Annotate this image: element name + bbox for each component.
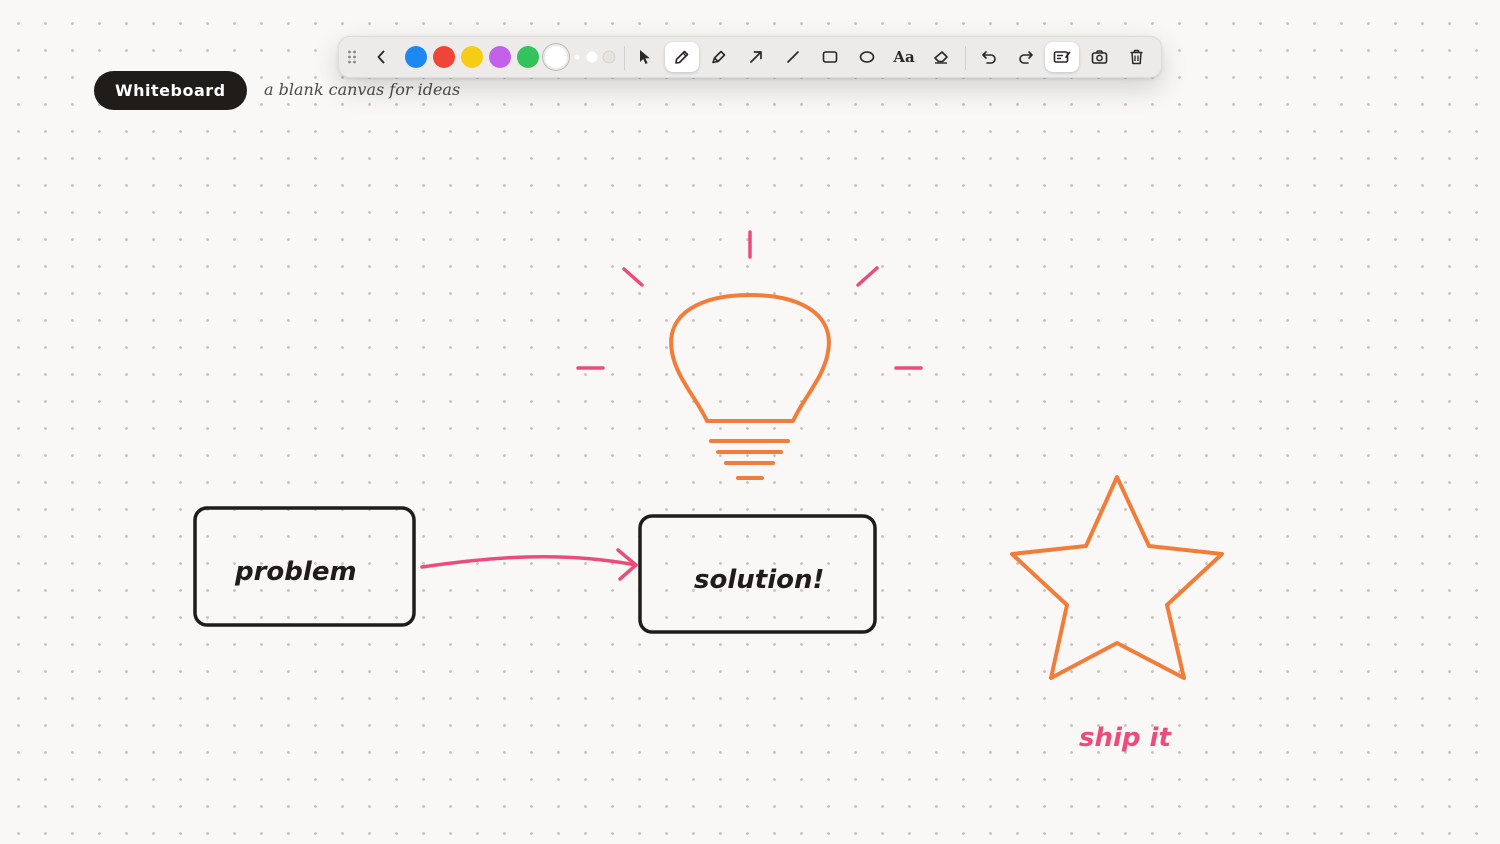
connector-arrow	[420, 548, 638, 581]
solution-label: solution!	[694, 565, 824, 595]
problem-label: problem	[234, 557, 357, 587]
ship-it-label: ship it	[1079, 723, 1172, 753]
lightbulb-rays	[576, 230, 923, 370]
bulb-outline	[669, 293, 831, 423]
star-drawing	[1010, 475, 1224, 680]
ray-upper-right	[856, 266, 879, 287]
ray-upper-left	[622, 267, 644, 287]
lightbulb-drawing	[669, 293, 831, 480]
drawing-canvas[interactable]: problem solution! ship it	[0, 0, 1500, 844]
